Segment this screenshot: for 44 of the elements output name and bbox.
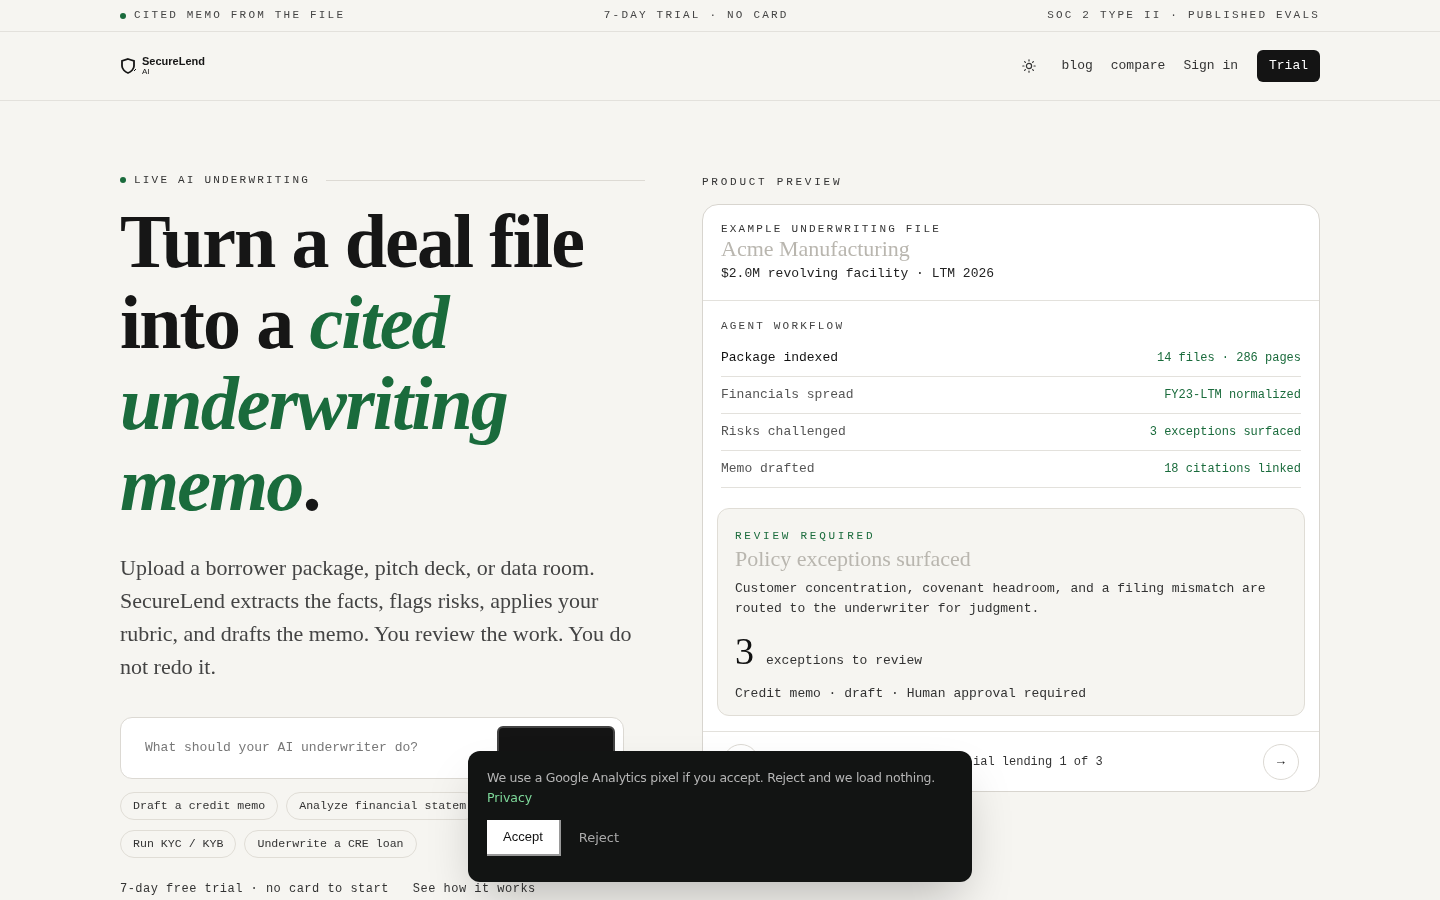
step-name: Package indexed: [721, 349, 839, 368]
exception-count: 3: [735, 628, 754, 674]
how-it-works-link[interactable]: See how it works: [412, 882, 536, 896]
preview-label: PRODUCT PREVIEW: [702, 175, 844, 190]
shield-logo-icon: [120, 57, 138, 75]
carousel-caption: ial lending 1 of 3: [973, 753, 1103, 771]
workflow-label: AGENT WORKFLOW: [721, 318, 846, 334]
review-title: Policy exceptions surfaced: [735, 544, 972, 573]
workflow-step[interactable]: Memo drafted 18 citations linked: [721, 451, 1301, 488]
reject-button[interactable]: Reject: [578, 828, 620, 848]
hero-heading: Turn a deal file into a cited underwriting memo.: [120, 200, 584, 525]
trial-note: 7-day free trial · no card to start: [120, 882, 389, 896]
step-name: Memo drafted: [721, 460, 815, 479]
top-bar-text: SOC 2 TYPE II · PUBLISHED EVALS: [1047, 8, 1320, 24]
step-result: 18 citations linked: [1164, 461, 1301, 478]
file-title: Acme Manufacturing: [721, 237, 911, 261]
brand-name[interactable]: SecureLend: [142, 56, 205, 67]
workflow-step[interactable]: Package indexed 14 files · 286 pages: [721, 340, 1301, 377]
brand-suffix: AI: [142, 68, 151, 76]
workflow-step[interactable]: Risks challenged 3 exceptions surfaced: [721, 414, 1301, 451]
review-description: Customer concentration, covenant headroom, and a filing mismatch are routed to the underwriter for judgment.: [735, 579, 1267, 618]
accept-button[interactable]: Accept: [487, 820, 561, 856]
step-result: 14 files · 286 pages: [1156, 350, 1301, 367]
review-label: REVIEW REQUIRED: [735, 529, 877, 544]
cookie-message: We use a Google Analytics pixel if you accept. Reject and we load nothing.: [487, 769, 937, 787]
nav-link[interactable]: Sign in: [1183, 56, 1238, 76]
nav-link[interactable]: blog: [1061, 56, 1093, 76]
workflow-step[interactable]: Financials spread FY23-LTM normalized: [721, 377, 1301, 414]
step-name: Risks challenged: [721, 423, 846, 442]
memo-status: Credit memo · draft · Human approval required: [735, 684, 1088, 703]
nav-link[interactable]: compare: [1110, 56, 1166, 76]
trial-button[interactable]: Trial: [1257, 50, 1320, 82]
file-label: EXAMPLE UNDERWRITING FILE: [721, 221, 943, 237]
exception-label: exceptions to review: [766, 651, 923, 670]
privacy-link[interactable]: Privacy: [487, 788, 953, 808]
eyebrow-label: LIVE AI UNDERWRITING: [134, 173, 311, 188]
hero-description: Upload a borrower package, pitch deck, or data room. SecureLend extracts the facts, flags risks, applies your rubric, and drafts the memo. You review the work. You do not redo it.: [120, 553, 633, 681]
file-meta: $2.0M revolving facility · LTM 2026: [721, 265, 996, 283]
step-result: FY23-LTM normalized: [1164, 387, 1301, 404]
sun-icon[interactable]: [1021, 59, 1036, 73]
top-bar-text: CITED MEMO FROM THE FILE: [134, 8, 346, 24]
top-bar-text: 7-DAY TRIAL · NO CARD: [603, 8, 789, 24]
step-name: Financials spread: [721, 386, 854, 405]
step-result: 3 exceptions surfaced: [1149, 424, 1301, 441]
